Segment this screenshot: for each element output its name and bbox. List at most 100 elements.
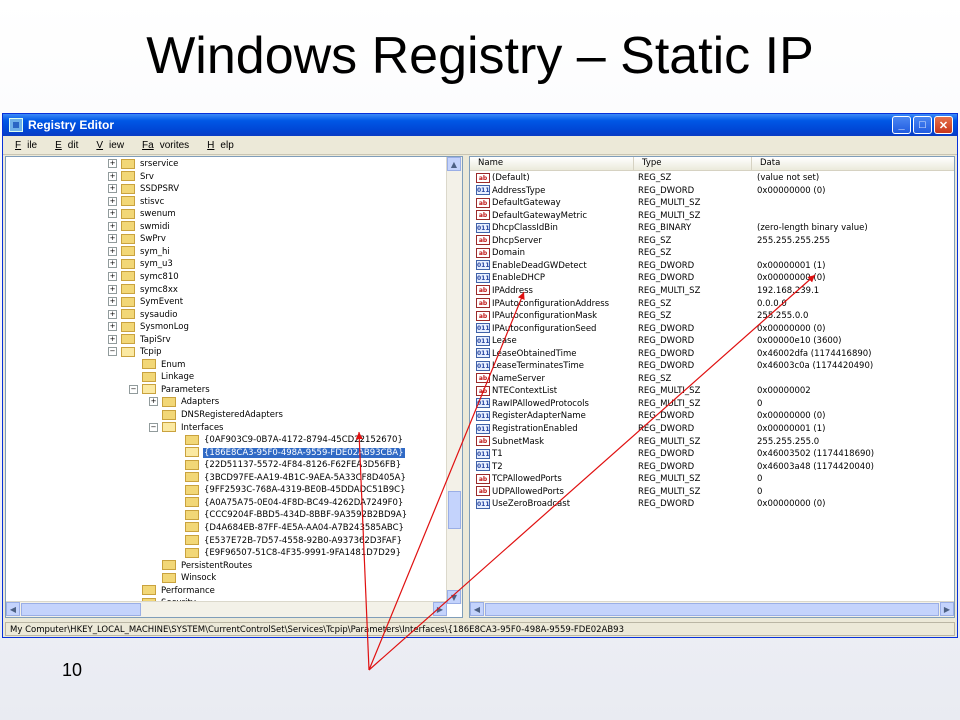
scroll-left-arrow-icon[interactable]: ◀: [6, 602, 20, 616]
expand-icon[interactable]: +: [108, 259, 117, 269]
value-row[interactable]: 011 RawIPAllowedProtocols REG_MULTI_SZ 0: [470, 398, 954, 411]
list-scroll-right-arrow-icon[interactable]: ▶: [940, 602, 954, 616]
tree-node[interactable]: + sysaudio: [108, 309, 178, 321]
expand-icon[interactable]: +: [108, 334, 117, 344]
tree-node[interactable]: {E9F96507-51C8-4F35-9991-9FA1481D7D29}: [172, 547, 402, 559]
tree-horizontal-scrollbar[interactable]: ◀ ▶: [6, 601, 447, 617]
column-header-data[interactable]: Data: [752, 157, 954, 170]
expand-icon[interactable]: +: [108, 209, 117, 219]
value-row[interactable]: ab IPAddress REG_MULTI_SZ 192.168.239.1: [470, 285, 954, 298]
expand-icon[interactable]: +: [108, 284, 117, 294]
tree-node[interactable]: {22D51137-5572-4F84-8126-F62FEA3D56FB}: [172, 459, 402, 471]
value-row[interactable]: ab DefaultGateway REG_MULTI_SZ: [470, 197, 954, 210]
menu-item-0[interactable]: File: [3, 140, 43, 151]
expand-icon[interactable]: +: [108, 297, 117, 307]
expand-icon[interactable]: +: [108, 309, 117, 319]
value-row[interactable]: ab UDPAllowedPorts REG_MULTI_SZ 0: [470, 486, 954, 499]
expand-icon[interactable]: +: [108, 171, 117, 181]
list-hscroll-thumb[interactable]: [485, 603, 939, 616]
minimize-button[interactable]: _: [892, 116, 911, 134]
list-horizontal-scrollbar[interactable]: ◀ ▶: [470, 601, 954, 617]
tree-node[interactable]: − Interfaces: [149, 422, 224, 434]
tree-node[interactable]: + swmidi: [108, 221, 171, 233]
value-row[interactable]: ab NTEContextList REG_MULTI_SZ 0x00000002: [470, 385, 954, 398]
value-row[interactable]: 011 T2 REG_DWORD 0x46003a48 (1174420040): [470, 461, 954, 474]
tree-node[interactable]: + sym_hi: [108, 246, 171, 258]
menu-item-4[interactable]: Help: [195, 140, 240, 151]
value-row[interactable]: ab IPAutoconfigurationAddress REG_SZ 0.0.0.…: [470, 298, 954, 311]
value-row[interactable]: 011 Lease REG_DWORD 0x00000e10 (3600): [470, 335, 954, 348]
value-row[interactable]: 011 UseZeroBroadcast REG_DWORD 0x00000000 (…: [470, 498, 954, 511]
tree-node[interactable]: + swenum: [108, 208, 177, 220]
tree-node[interactable]: PersistentRoutes: [149, 560, 253, 572]
tree-node[interactable]: − Tcpip: [108, 346, 163, 358]
tree-node[interactable]: + stisvc: [108, 196, 165, 208]
collapse-icon[interactable]: −: [129, 384, 138, 394]
tree-scroll-thumb[interactable]: [448, 491, 461, 529]
value-row[interactable]: 011 T1 REG_DWORD 0x46003502 (1174418690): [470, 448, 954, 461]
expand-icon[interactable]: +: [108, 246, 117, 256]
menu-item-1[interactable]: Edit: [43, 140, 84, 151]
expand-icon[interactable]: +: [108, 159, 117, 168]
tree-node[interactable]: Performance: [129, 585, 216, 597]
list-scroll-left-arrow-icon[interactable]: ◀: [470, 602, 484, 616]
tree-node[interactable]: + symc810: [108, 271, 180, 283]
values-list-pane[interactable]: Name Type Data ab (Default) REG_SZ (value n…: [469, 156, 955, 618]
value-row[interactable]: ab TCPAllowedPorts REG_MULTI_SZ 0: [470, 473, 954, 486]
value-row[interactable]: ab NameServer REG_SZ: [470, 373, 954, 386]
collapse-icon[interactable]: −: [108, 347, 117, 357]
value-row[interactable]: ab SubnetMask REG_MULTI_SZ 255.255.255.0: [470, 436, 954, 449]
tree-node[interactable]: Linkage: [129, 371, 195, 383]
expand-icon[interactable]: +: [108, 196, 117, 206]
tree-node[interactable]: + Adapters: [149, 396, 220, 408]
tree-node[interactable]: + sym_u3: [108, 258, 174, 270]
value-row[interactable]: 011 LeaseObtainedTime REG_DWORD 0x46002dfa …: [470, 348, 954, 361]
expand-icon[interactable]: +: [108, 271, 117, 281]
column-header-name[interactable]: Name: [470, 157, 634, 170]
tree-node[interactable]: Winsock: [149, 572, 217, 584]
tree-node[interactable]: Enum: [129, 359, 186, 371]
expand-icon[interactable]: +: [108, 184, 117, 194]
tree-node[interactable]: + SwPrv: [108, 233, 167, 245]
value-row[interactable]: 011 IPAutoconfigurationSeed REG_DWORD 0x000…: [470, 323, 954, 336]
expand-icon[interactable]: +: [108, 234, 117, 244]
tree-node[interactable]: {0AF903C9-0B7A-4172-8794-45CD22152670}: [172, 434, 404, 446]
tree-node[interactable]: + Srv: [108, 171, 155, 183]
tree-node[interactable]: {3BCD97FE-AA19-4B1C-9AEA-5A33CF8D405A}: [172, 472, 407, 484]
tree-node[interactable]: + TapiSrv: [108, 334, 172, 346]
tree-hscroll-thumb[interactable]: [21, 603, 141, 616]
menu-item-2[interactable]: View: [84, 140, 130, 151]
tree-node[interactable]: {A0A75A75-0E04-4F8D-BC49-4262DA7249F0}: [172, 497, 404, 509]
value-row[interactable]: 011 LeaseTerminatesTime REG_DWORD 0x46003c0…: [470, 360, 954, 373]
expand-icon[interactable]: +: [149, 397, 158, 407]
value-row[interactable]: 011 RegistrationEnabled REG_DWORD 0x0000000…: [470, 423, 954, 436]
value-row[interactable]: ab IPAutoconfigurationMask REG_SZ 255.255.0…: [470, 310, 954, 323]
tree-node[interactable]: + symc8xx: [108, 284, 179, 296]
menu-item-3[interactable]: Fa vorites: [130, 140, 195, 151]
value-row[interactable]: ab (Default) REG_SZ (value not set): [470, 172, 954, 185]
tree-node[interactable]: + SymEvent: [108, 296, 184, 308]
key-tree-pane[interactable]: + srservice + Srv + SSDPSRV + stisvc + swenum + swm…: [5, 156, 463, 618]
tree-node[interactable]: + SysmonLog: [108, 321, 190, 333]
value-row[interactable]: 011 AddressType REG_DWORD 0x00000000 (0): [470, 185, 954, 198]
scroll-right-arrow-icon[interactable]: ▶: [433, 602, 447, 616]
tree-vertical-scrollbar[interactable]: ▲ ▼: [446, 157, 462, 604]
expand-icon[interactable]: +: [108, 322, 117, 332]
value-row[interactable]: ab DhcpServer REG_SZ 255.255.255.255: [470, 235, 954, 248]
scroll-down-arrow-icon[interactable]: ▼: [447, 590, 461, 604]
expand-icon[interactable]: +: [108, 221, 117, 231]
tree-node[interactable]: − Parameters: [129, 384, 211, 396]
value-row[interactable]: ab DefaultGatewayMetric REG_MULTI_SZ: [470, 210, 954, 223]
tree-node-selected[interactable]: {186E8CA3-95F0-498A-9559-FDE02AB93CBA}: [172, 446, 406, 459]
value-row[interactable]: 011 EnableDeadGWDetect REG_DWORD 0x00000001…: [470, 260, 954, 273]
maximize-button[interactable]: □: [913, 116, 932, 134]
tree-node[interactable]: + SSDPSRV: [108, 183, 180, 195]
value-row[interactable]: ab Domain REG_SZ: [470, 247, 954, 260]
scroll-up-arrow-icon[interactable]: ▲: [447, 157, 461, 171]
tree-node[interactable]: + srservice: [108, 158, 179, 170]
column-header-type[interactable]: Type: [634, 157, 752, 170]
tree-node[interactable]: {CCC9204F-BBD5-434D-8BBF-9A3592B2BD9A}: [172, 509, 408, 521]
tree-node[interactable]: {9FF2593C-768A-4319-BE0B-45DDADC51B9C}: [172, 484, 407, 496]
value-row[interactable]: 011 DhcpClassIdBin REG_BINARY (zero-length …: [470, 222, 954, 235]
tree-node[interactable]: DNSRegisteredAdapters: [149, 409, 284, 421]
